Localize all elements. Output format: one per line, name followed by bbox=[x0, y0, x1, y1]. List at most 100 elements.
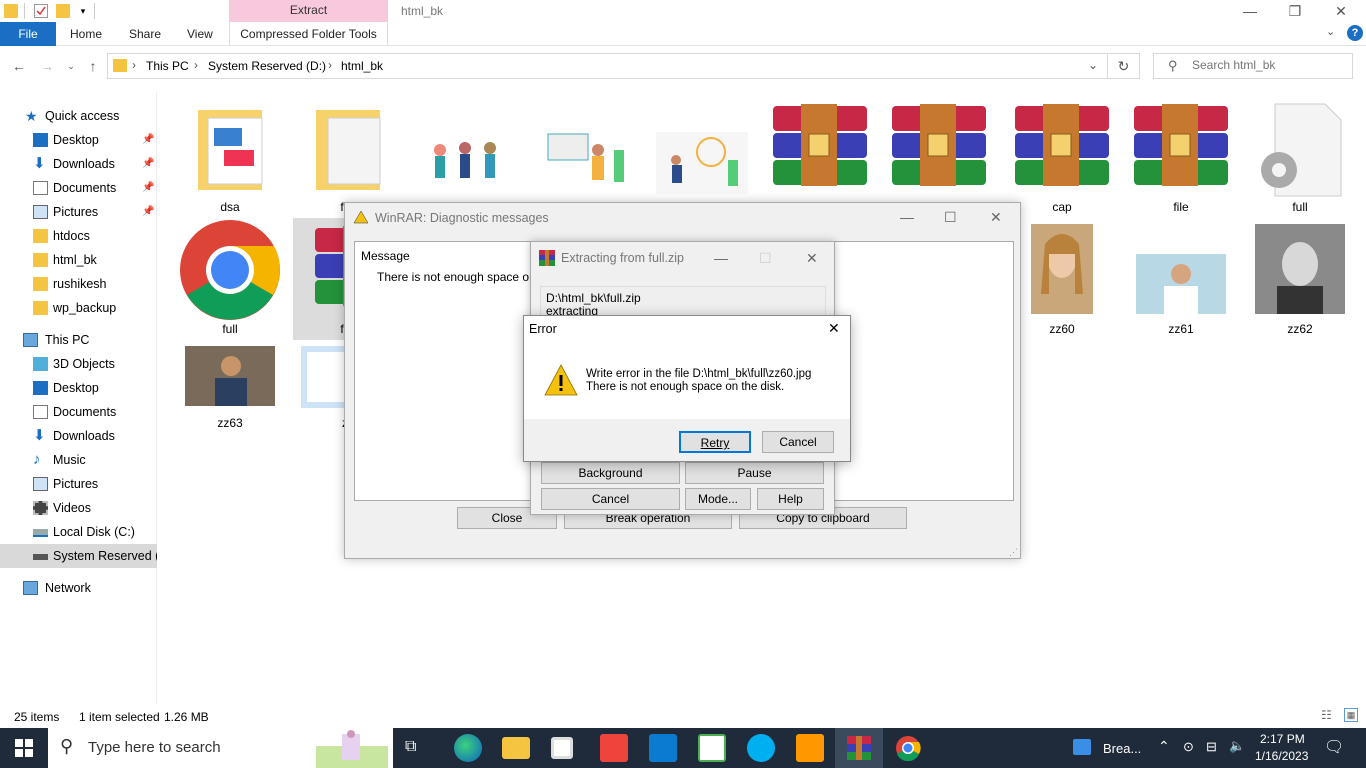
notifications-icon[interactable]: 🗨 bbox=[1324, 737, 1344, 757]
nav-pc-music[interactable]: ♪ Music bbox=[0, 448, 157, 472]
nav-pc-videos[interactable]: Videos bbox=[0, 496, 157, 520]
image-file-item[interactable] bbox=[529, 92, 639, 217]
properties-icon[interactable] bbox=[34, 4, 48, 18]
chevron-right-icon[interactable]: › bbox=[328, 58, 332, 72]
minimize-button[interactable]: — bbox=[900, 209, 914, 225]
volume-icon[interactable]: 🔈 bbox=[1229, 738, 1245, 754]
image-file-item[interactable]: zz63 bbox=[175, 332, 285, 432]
chevron-right-icon[interactable]: › bbox=[194, 58, 198, 72]
close-button[interactable]: ✕ bbox=[1318, 0, 1364, 22]
minimize-button[interactable]: — bbox=[714, 250, 728, 266]
network-icon[interactable]: ⊟ bbox=[1206, 739, 1217, 755]
winrar-icon[interactable] bbox=[847, 736, 871, 760]
archive-file-item[interactable] bbox=[884, 92, 994, 217]
new-folder-icon[interactable] bbox=[56, 4, 70, 18]
chevron-up-icon[interactable]: ⌃ bbox=[1158, 738, 1170, 755]
help-icon[interactable]: ? bbox=[1347, 25, 1363, 41]
shortcut-item[interactable]: full bbox=[175, 214, 285, 339]
details-view-icon[interactable]: ☷ bbox=[1321, 708, 1332, 722]
task-view-icon[interactable]: ⧉ bbox=[405, 738, 416, 756]
nav-qa-documents[interactable]: Documents 📌 bbox=[0, 176, 157, 200]
breadcrumb-drive[interactable]: System Reserved (D:) bbox=[208, 59, 326, 73]
archive-file-item[interactable] bbox=[765, 92, 875, 217]
forward-icon[interactable]: → bbox=[38, 57, 56, 75]
taskbar-search-box[interactable]: ⚲ Type here to search bbox=[48, 728, 393, 768]
edge-icon[interactable] bbox=[454, 734, 482, 762]
nav-qa-html-bk[interactable]: html_bk bbox=[0, 248, 157, 272]
tab-share[interactable]: Share bbox=[129, 22, 161, 46]
file-explorer-icon[interactable] bbox=[502, 737, 530, 759]
background-button[interactable]: Background bbox=[541, 462, 680, 484]
pin-icon[interactable]: 📌 bbox=[142, 152, 154, 176]
nav-pc-desktop[interactable]: Desktop bbox=[0, 376, 157, 400]
nav-pc-local-disk-c[interactable]: Local Disk (C:) bbox=[0, 520, 157, 544]
chevron-right-icon[interactable]: › bbox=[132, 58, 136, 72]
nav-pc-pictures[interactable]: Pictures bbox=[0, 472, 157, 496]
image-file-item[interactable]: zz60 bbox=[1007, 214, 1117, 339]
nav-network[interactable]: Network bbox=[0, 576, 157, 600]
nav-qa-rushikesh[interactable]: rushikesh bbox=[0, 272, 157, 296]
news-widget-icon[interactable] bbox=[1073, 739, 1091, 755]
refresh-button[interactable]: ↻ bbox=[1108, 53, 1140, 79]
nav-qa-desktop[interactable]: Desktop 📌 bbox=[0, 128, 157, 152]
up-icon[interactable]: ↑ bbox=[84, 57, 102, 75]
image-file-item[interactable] bbox=[647, 92, 757, 217]
skype-icon[interactable] bbox=[747, 734, 775, 762]
nav-qa-downloads[interactable]: ⬇ Downloads 📌 bbox=[0, 152, 157, 176]
windows-start-icon[interactable] bbox=[15, 739, 33, 757]
file-item[interactable]: full bbox=[1245, 92, 1355, 217]
nav-qa-htdocs[interactable]: htdocs bbox=[0, 224, 157, 248]
folder-item[interactable]: dsa bbox=[175, 92, 285, 217]
image-file-item[interactable]: zz61 bbox=[1126, 214, 1236, 339]
recent-chevron-icon[interactable]: ⌄ bbox=[62, 57, 80, 75]
nav-pc-documents[interactable]: Documents bbox=[0, 400, 157, 424]
resize-grip[interactable]: ⋰ bbox=[1009, 547, 1018, 558]
tab-view[interactable]: View bbox=[187, 22, 213, 46]
maximize-button[interactable]: ☐ bbox=[944, 209, 957, 226]
minimize-button[interactable]: — bbox=[1227, 0, 1273, 22]
sublime-icon[interactable] bbox=[796, 734, 824, 762]
anydesk-icon[interactable] bbox=[600, 734, 628, 762]
nav-qa-wp-backup[interactable]: wp_backup bbox=[0, 296, 157, 320]
chrome-icon[interactable] bbox=[895, 735, 921, 761]
address-bar[interactable]: › This PC › System Reserved (D:) › html_… bbox=[107, 53, 1108, 79]
nav-pc-downloads[interactable]: ⬇ Downloads bbox=[0, 424, 157, 448]
close-button[interactable]: ✕ bbox=[806, 250, 818, 267]
close-button[interactable]: ✕ bbox=[828, 320, 840, 337]
expand-ribbon-icon[interactable]: ⌄ bbox=[1326, 25, 1335, 38]
pin-icon[interactable]: 📌 bbox=[142, 200, 154, 224]
nav-pc-3d-objects[interactable]: 3D Objects bbox=[0, 352, 157, 376]
store-icon[interactable] bbox=[551, 737, 573, 759]
column-header-message[interactable]: Message bbox=[361, 249, 410, 263]
large-icons-view-icon[interactable]: ▦ bbox=[1344, 708, 1358, 722]
folder-item[interactable]: full bbox=[293, 92, 403, 217]
archive-file-item[interactable]: file bbox=[1126, 92, 1236, 217]
cancel-button[interactable]: Cancel bbox=[762, 431, 834, 453]
nav-quick-access[interactable]: ★ Quick access bbox=[0, 104, 157, 128]
maximize-button[interactable]: ☐ bbox=[759, 250, 772, 267]
breadcrumb-this-pc[interactable]: This PC bbox=[146, 59, 189, 73]
image-file-item[interactable]: zz62 bbox=[1245, 214, 1355, 339]
restore-button[interactable]: ❐ bbox=[1272, 0, 1318, 22]
tab-home[interactable]: Home bbox=[70, 22, 102, 46]
pin-icon[interactable]: 📌 bbox=[142, 176, 154, 200]
sheets-icon[interactable] bbox=[698, 734, 726, 762]
breadcrumb-html-bk[interactable]: html_bk bbox=[341, 59, 383, 73]
close-button[interactable]: ✕ bbox=[990, 209, 1002, 226]
pause-button[interactable]: Pause bbox=[685, 462, 824, 484]
tab-compressed-folder-tools[interactable]: Compressed Folder Tools bbox=[229, 22, 388, 46]
search-box[interactable]: ⚲ bbox=[1153, 53, 1353, 79]
news-widget-label[interactable]: Brea... bbox=[1103, 741, 1141, 756]
back-icon[interactable]: ← bbox=[10, 57, 28, 75]
nav-this-pc[interactable]: This PC bbox=[0, 328, 157, 352]
archive-file-item[interactable]: cap bbox=[1007, 92, 1117, 217]
folder-icon[interactable] bbox=[4, 4, 18, 18]
pin-icon[interactable]: 📌 bbox=[142, 128, 154, 152]
chevron-down-icon[interactable]: ⌄ bbox=[1088, 58, 1098, 72]
chevron-down-icon[interactable]: ▾ bbox=[76, 4, 90, 18]
retry-button[interactable]: Retry bbox=[679, 431, 751, 453]
meet-icon[interactable]: ⊙ bbox=[1183, 739, 1194, 755]
cancel-button[interactable]: Cancel bbox=[541, 488, 680, 510]
message-row[interactable]: There is not enough space on th bbox=[377, 270, 549, 284]
image-file-item[interactable] bbox=[411, 92, 521, 217]
